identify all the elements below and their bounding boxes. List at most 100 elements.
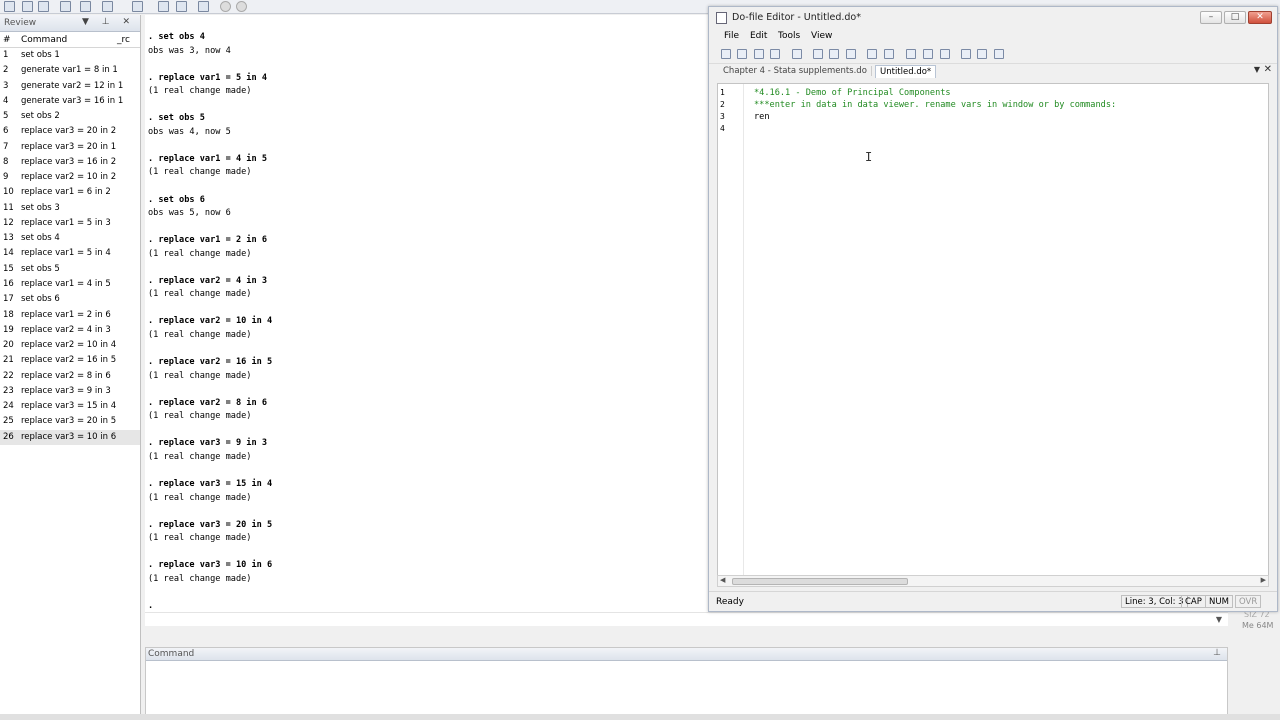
result-line: (1 real change made) xyxy=(148,86,252,97)
copy-icon[interactable] xyxy=(829,49,839,59)
review-row-number: 11 xyxy=(3,202,14,213)
review-row[interactable]: 16 replace var1 = 4 in 5 xyxy=(0,277,140,292)
bookmark-icon[interactable] xyxy=(940,49,950,59)
more-icon[interactable] xyxy=(220,1,231,12)
result-line: . replace var1 = 5 in 4 xyxy=(148,72,267,83)
show-file-icon[interactable] xyxy=(961,49,971,59)
menu-file[interactable]: File xyxy=(724,31,739,41)
editor-titlebar[interactable]: Do-file Editor - Untitled.do* – □ ✕ xyxy=(709,7,1277,29)
review-row[interactable]: 7 replace var3 = 20 in 1 xyxy=(0,140,140,155)
indent-icon[interactable] xyxy=(906,49,916,59)
menu-tools[interactable]: Tools xyxy=(778,31,800,41)
result-line xyxy=(148,99,708,113)
review-row[interactable]: 18 replace var1 = 2 in 6 xyxy=(0,308,140,323)
review-row-command: replace var1 = 2 in 6 xyxy=(21,309,111,320)
review-row[interactable]: 1 set obs 1 xyxy=(0,48,140,63)
review-row[interactable]: 10 replace var1 = 6 in 2 xyxy=(0,185,140,200)
scroll-left-icon[interactable]: ◀ xyxy=(720,576,725,584)
menu-view[interactable]: View xyxy=(811,31,832,41)
review-row[interactable]: 22 replace var2 = 8 in 6 xyxy=(0,369,140,384)
review-row[interactable]: 5 set obs 2 xyxy=(0,109,140,124)
code-area[interactable]: 1 2 3 4 *4.16.1 - Demo of Principal Compone… xyxy=(717,83,1269,580)
review-row[interactable]: 17 set obs 6 xyxy=(0,292,140,307)
command-input[interactable] xyxy=(146,661,1227,719)
editor-hscrollbar[interactable]: ◀ ▶ xyxy=(717,575,1269,587)
tab-chapter4[interactable]: Chapter 4 - Stata supplements.do xyxy=(719,66,872,76)
review-row[interactable]: 6 replace var3 = 20 in 2 xyxy=(0,124,140,139)
pin-icon[interactable]: ⊥ xyxy=(1213,648,1221,658)
review-row[interactable]: 2 generate var1 = 8 in 1 xyxy=(0,63,140,78)
close-tab-icon[interactable]: ✕ xyxy=(1264,64,1272,75)
review-row[interactable]: 15 set obs 5 xyxy=(0,262,140,277)
review-row-number: 22 xyxy=(3,370,14,381)
print-icon[interactable] xyxy=(770,49,780,59)
do-file-editor-icon[interactable] xyxy=(132,1,143,12)
result-line: . replace var3 = 15 in 4 xyxy=(148,479,273,490)
col-command[interactable]: Command xyxy=(21,35,67,45)
col-number[interactable]: # xyxy=(3,35,11,45)
unindent-icon[interactable] xyxy=(923,49,933,59)
results-scrollbar[interactable]: ▼ xyxy=(145,612,1228,626)
minimize-button[interactable]: – xyxy=(1200,11,1222,24)
close-button[interactable]: ✕ xyxy=(1248,11,1272,24)
code-line: *4.16.1 - Demo of Principal Components xyxy=(754,88,951,98)
run-icon[interactable] xyxy=(977,49,987,59)
review-row[interactable]: 12 replace var1 = 5 in 3 xyxy=(0,216,140,231)
main-status-bar xyxy=(0,714,1280,720)
col-rc[interactable]: _rc xyxy=(117,35,130,45)
tab-list-icon[interactable]: ▼ xyxy=(1254,65,1260,74)
scroll-down-icon[interactable]: ▼ xyxy=(1216,615,1222,624)
review-row[interactable]: 9 replace var2 = 10 in 2 xyxy=(0,170,140,185)
open-icon[interactable] xyxy=(4,1,15,12)
review-row-command: replace var2 = 8 in 6 xyxy=(21,370,111,381)
paste-icon[interactable] xyxy=(846,49,856,59)
review-row-command: generate var3 = 16 in 1 xyxy=(21,95,124,106)
result-line xyxy=(148,58,708,72)
review-row-command: replace var1 = 6 in 2 xyxy=(21,187,111,198)
data-editor-icon[interactable] xyxy=(158,1,169,12)
review-row[interactable]: 26 replace var3 = 10 in 6 xyxy=(0,429,140,445)
review-row[interactable]: 11 set obs 3 xyxy=(0,201,140,216)
review-row[interactable]: 3 generate var2 = 12 in 1 xyxy=(0,79,140,94)
review-row[interactable]: 4 generate var3 = 16 in 1 xyxy=(0,94,140,109)
review-row-number: 1 xyxy=(3,50,9,60)
review-row-command: replace var3 = 10 in 6 xyxy=(21,431,117,442)
log-icon[interactable] xyxy=(60,1,71,12)
open-icon[interactable] xyxy=(737,49,747,59)
result-line: (1 real change made) xyxy=(148,370,252,381)
review-panel-buttons[interactable]: ▼ ⊥ ✕ xyxy=(82,17,135,27)
review-row[interactable]: 14 replace var1 = 5 in 4 xyxy=(0,246,140,261)
review-row[interactable]: 20 replace var2 = 10 in 4 xyxy=(0,338,140,353)
review-row[interactable]: 8 replace var3 = 16 in 2 xyxy=(0,155,140,170)
do-icon[interactable] xyxy=(994,49,1004,59)
scroll-thumb[interactable] xyxy=(732,578,908,585)
save-icon[interactable] xyxy=(22,1,33,12)
review-row[interactable]: 25 replace var3 = 20 in 5 xyxy=(0,414,140,429)
cut-icon[interactable] xyxy=(813,49,823,59)
review-row[interactable]: 24 replace var3 = 15 in 4 xyxy=(0,399,140,414)
variables-manager-icon[interactable] xyxy=(198,1,209,12)
review-row[interactable]: 13 set obs 4 xyxy=(0,231,140,246)
redo-icon[interactable] xyxy=(884,49,894,59)
review-row-command: replace var3 = 9 in 3 xyxy=(21,385,111,396)
viewer-icon[interactable] xyxy=(80,1,91,12)
tab-untitled[interactable]: Untitled.do* xyxy=(875,65,937,78)
scroll-right-icon[interactable]: ▶ xyxy=(1261,576,1266,584)
menu-edit[interactable]: Edit xyxy=(750,31,767,41)
print-icon[interactable] xyxy=(38,1,49,12)
graph-icon[interactable] xyxy=(102,1,113,12)
review-row-command: replace var2 = 10 in 4 xyxy=(21,340,117,351)
review-row[interactable]: 19 replace var2 = 4 in 3 xyxy=(0,323,140,338)
save-icon[interactable] xyxy=(754,49,764,59)
review-list: 1 set obs 1 2 generate var1 = 8 in 1 3 genera… xyxy=(0,48,140,445)
review-row[interactable]: 23 replace var3 = 9 in 3 xyxy=(0,384,140,399)
find-icon[interactable] xyxy=(792,49,802,59)
result-line: (1 real change made) xyxy=(148,330,252,341)
data-browser-icon[interactable] xyxy=(176,1,187,12)
maximize-button[interactable]: □ xyxy=(1224,11,1246,24)
undo-icon[interactable] xyxy=(867,49,877,59)
review-row[interactable]: 21 replace var2 = 16 in 5 xyxy=(0,353,140,368)
new-icon[interactable] xyxy=(721,49,731,59)
break-icon[interactable] xyxy=(236,1,247,12)
result-line: . replace var2 = 4 in 3 xyxy=(148,275,267,286)
